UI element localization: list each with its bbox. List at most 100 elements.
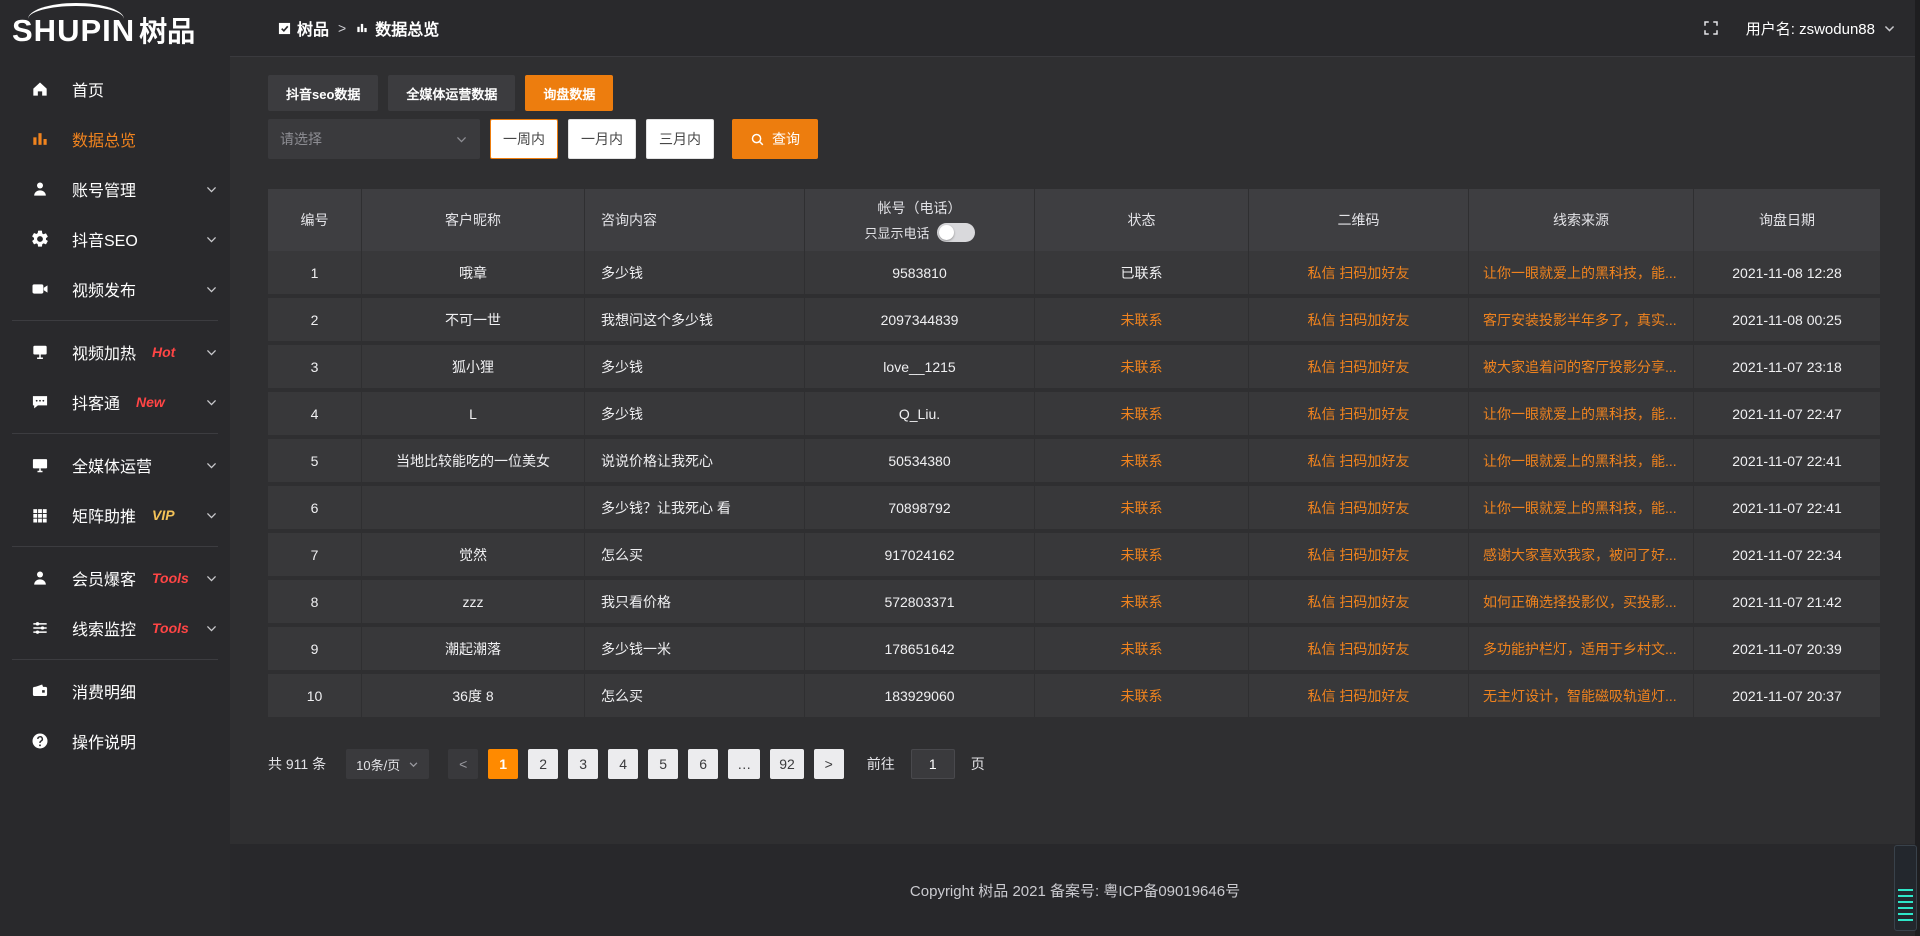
cell-content: 怎么买 — [585, 674, 805, 717]
prev-page-button[interactable]: < — [448, 749, 478, 779]
pagination-bar: 共 911 条 10条/页 < 1 2 3 4 5 6 … 92 > 前往 页 — [268, 749, 1880, 779]
sidebar-item-data-overview[interactable]: 数据总览 — [0, 114, 230, 164]
cell-qrcode-link[interactable]: 私信 扫码加好友 — [1249, 627, 1469, 670]
cell-account: 572803371 — [805, 580, 1035, 623]
cell-nickname: L — [362, 392, 585, 435]
cell-date: 2021-11-07 22:41 — [1694, 486, 1880, 529]
account-select[interactable]: 请选择 — [268, 119, 480, 159]
cell-qrcode-link[interactable]: 私信 扫码加好友 — [1249, 439, 1469, 482]
cell-nickname: 潮起潮落 — [362, 627, 585, 670]
cell-content: 多少钱 — [585, 345, 805, 388]
goto-page-input[interactable] — [911, 749, 955, 779]
cell-status: 未联系 — [1035, 627, 1249, 670]
sidebar-item-matrix-boost[interactable]: 矩阵助推 VIP — [0, 490, 230, 540]
check-square-icon — [278, 22, 291, 35]
sidebar-item-doukertong[interactable]: 抖客通 New — [0, 377, 230, 427]
sidebar-item-home[interactable]: 首页 — [0, 64, 230, 114]
cell-source-link[interactable]: 无主灯设计，智能磁吸轨道灯... — [1469, 674, 1694, 717]
cell-source-link[interactable]: 客厅安装投影半年多了，真实... — [1469, 298, 1694, 341]
fullscreen-icon[interactable] — [1702, 19, 1720, 37]
phone-only-toggle[interactable] — [937, 223, 975, 242]
page-ellipsis-button[interactable]: … — [728, 749, 760, 779]
tab-douyin-seo-data[interactable]: 抖音seo数据 — [268, 75, 378, 111]
cell-qrcode-link[interactable]: 私信 扫码加好友 — [1249, 251, 1469, 294]
sidebar-item-member-burst[interactable]: 会员爆客 Tools — [0, 553, 230, 603]
cell-qrcode-link[interactable]: 私信 扫码加好友 — [1249, 533, 1469, 576]
cell-source-link[interactable]: 感谢大家喜欢我家，被问了好... — [1469, 533, 1694, 576]
next-page-button[interactable]: > — [814, 749, 844, 779]
sidebar-item-omni-media[interactable]: 全媒体运营 — [0, 440, 230, 490]
chevron-down-icon — [455, 133, 468, 146]
cell-status: 已联系 — [1035, 251, 1249, 294]
cell-nickname: 狐小狸 — [362, 345, 585, 388]
breadcrumb-current[interactable]: 数据总览 — [355, 16, 439, 40]
cell-qrcode-link[interactable]: 私信 扫码加好友 — [1249, 345, 1469, 388]
tools-badge: Tools — [152, 570, 189, 586]
range-three-months-button[interactable]: 三月内 — [646, 119, 714, 159]
user-menu[interactable]: 用户名: zswodun88 — [1746, 18, 1896, 39]
search-button[interactable]: 查询 — [732, 119, 818, 159]
cell-id: 10 — [268, 674, 362, 717]
sidebar-item-label: 账号管理 — [72, 177, 136, 201]
page-button-92[interactable]: 92 — [770, 749, 804, 779]
sidebar-item-label: 抖客通 — [72, 390, 120, 414]
page-size-value: 10条/页 — [356, 755, 400, 774]
tab-inquiry-data[interactable]: 询盘数据 — [525, 75, 613, 111]
page-button-6[interactable]: 6 — [688, 749, 718, 779]
col-header-content: 咨询内容 — [585, 189, 805, 251]
cell-date: 2021-11-08 12:28 — [1694, 251, 1880, 294]
page-button-5[interactable]: 5 — [648, 749, 678, 779]
cell-source-link[interactable]: 让你一眼就爱上的黑科技，能... — [1469, 392, 1694, 435]
sidebar-item-label: 会员爆客 — [72, 566, 136, 590]
gear-icon — [30, 229, 50, 249]
sidebar-item-video-publish[interactable]: 视频发布 — [0, 264, 230, 314]
cell-qrcode-link[interactable]: 私信 扫码加好友 — [1249, 486, 1469, 529]
breadcrumb-home[interactable]: 树品 — [278, 16, 329, 40]
page-button-3[interactable]: 3 — [568, 749, 598, 779]
cell-status: 未联系 — [1035, 674, 1249, 717]
cell-account: 178651642 — [805, 627, 1035, 670]
cell-content: 说说价格让我死心 — [585, 439, 805, 482]
cell-qrcode-link[interactable]: 私信 扫码加好友 — [1249, 392, 1469, 435]
help-icon — [30, 731, 50, 751]
table-row: 5 当地比较能吃的一位美女 说说价格让我死心 50534380 未联系 私信 扫… — [268, 439, 1880, 486]
cell-source-link[interactable]: 多功能护栏灯，适用于乡村文... — [1469, 627, 1694, 670]
tab-omni-media-data[interactable]: 全媒体运营数据 — [388, 75, 515, 111]
range-one-week-button[interactable]: 一周内 — [490, 119, 558, 159]
cell-nickname: 觉然 — [362, 533, 585, 576]
cell-date: 2021-11-07 20:39 — [1694, 627, 1880, 670]
cell-date: 2021-11-07 22:47 — [1694, 392, 1880, 435]
cell-qrcode-link[interactable]: 私信 扫码加好友 — [1249, 580, 1469, 623]
sidebar-item-operation-guide[interactable]: 操作说明 — [0, 716, 230, 766]
cell-source-link[interactable]: 被大家追着问的客厅投影分享... — [1469, 345, 1694, 388]
sidebar-item-consumption-detail[interactable]: 消费明细 — [0, 666, 230, 716]
page-button-1[interactable]: 1 — [488, 749, 518, 779]
page-size-select[interactable]: 10条/页 — [346, 749, 429, 779]
cell-account: 917024162 — [805, 533, 1035, 576]
cell-source-link[interactable]: 让你一眼就爱上的黑科技，能... — [1469, 486, 1694, 529]
cell-source-link[interactable]: 让你一眼就爱上的黑科技，能... — [1469, 251, 1694, 294]
cell-source-link[interactable]: 如何正确选择投影仪，买投影... — [1469, 580, 1694, 623]
cell-status: 未联系 — [1035, 533, 1249, 576]
cell-account: 70898792 — [805, 486, 1035, 529]
sidebar-item-label: 数据总览 — [72, 127, 136, 151]
cell-source-link[interactable]: 让你一眼就爱上的黑科技，能... — [1469, 439, 1694, 482]
sidebar-item-account-management[interactable]: 账号管理 — [0, 164, 230, 214]
corner-widget[interactable] — [1894, 845, 1917, 931]
hot-badge: Hot — [152, 344, 175, 360]
sidebar-item-video-heat[interactable]: 视频加热 Hot — [0, 327, 230, 377]
table-row: 6 多少钱？让我死心 看 70898792 未联系 私信 扫码加好友 让你一眼就… — [268, 486, 1880, 533]
table-row: 4 L 多少钱 Q_Liu. 未联系 私信 扫码加好友 让你一眼就爱上的黑科技，… — [268, 392, 1880, 439]
screen-icon — [30, 342, 50, 362]
sidebar-item-lead-monitor[interactable]: 线索监控 Tools — [0, 603, 230, 653]
table-row: 2 不可一世 我想问这个多少钱 2097344839 未联系 私信 扫码加好友 … — [268, 298, 1880, 345]
cell-qrcode-link[interactable]: 私信 扫码加好友 — [1249, 298, 1469, 341]
page-button-2[interactable]: 2 — [528, 749, 558, 779]
cell-nickname: 当地比较能吃的一位美女 — [362, 439, 585, 482]
scrollbar-track[interactable] — [1915, 0, 1920, 936]
range-one-month-button[interactable]: 一月内 — [568, 119, 636, 159]
sidebar-item-label: 线索监控 — [72, 616, 136, 640]
cell-qrcode-link[interactable]: 私信 扫码加好友 — [1249, 674, 1469, 717]
sidebar-item-douyin-seo[interactable]: 抖音SEO — [0, 214, 230, 264]
page-button-4[interactable]: 4 — [608, 749, 638, 779]
